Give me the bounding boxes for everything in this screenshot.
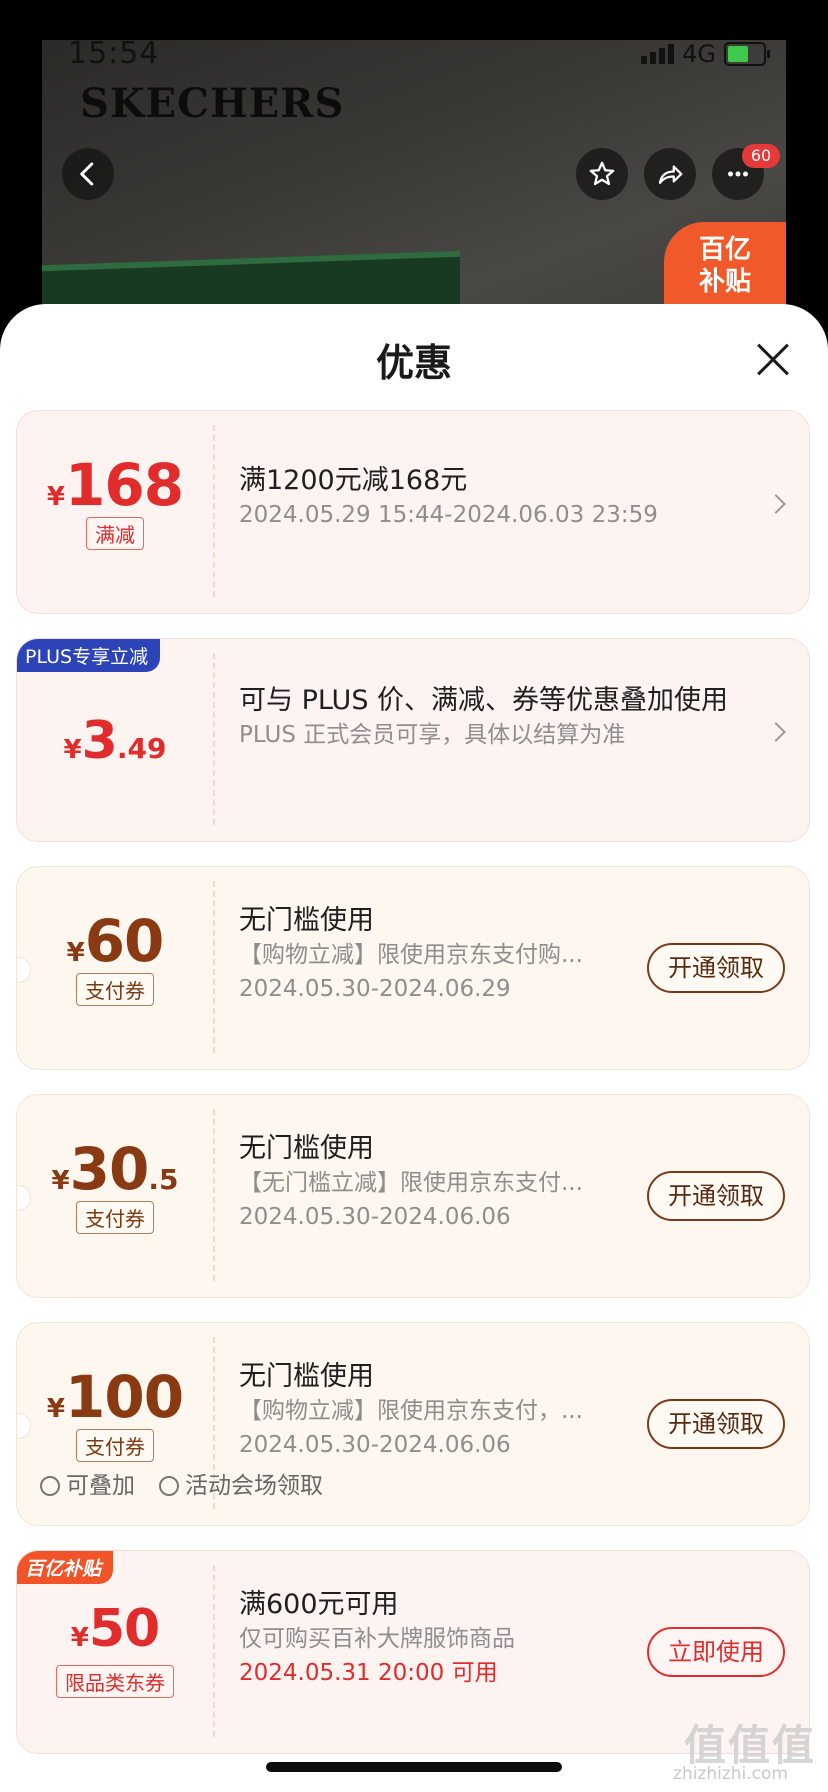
- coupon-main-text: 无门槛使用: [239, 1133, 374, 1164]
- share-icon: [658, 165, 683, 184]
- coupon-condition: 仅可购买百补大牌服饰商品: [239, 1626, 515, 1652]
- card-divider: [213, 653, 215, 825]
- card-divider: [213, 425, 215, 597]
- signal-icon: [641, 44, 675, 64]
- watermark-url: zhizhizhi.com: [673, 1764, 788, 1784]
- coupon-card-pay-30-5[interactable]: ¥30.5 支付券 无门槛使用 【无门槛立减】限使用京东支付... 2024.0…: [16, 1094, 810, 1298]
- coupon-amount: ¥30.5: [51, 1135, 179, 1203]
- battery-icon: [724, 42, 770, 66]
- coupon-condition: PLUS 正式会员可享，具体以结算为准: [239, 722, 626, 748]
- claim-button[interactable]: 开通领取: [647, 943, 785, 993]
- use-now-button[interactable]: 立即使用: [647, 1627, 785, 1677]
- sheet-title: 优惠: [375, 341, 452, 385]
- plus-ribbon: PLUS专享立减: [17, 639, 161, 672]
- claim-button[interactable]: 开通领取: [647, 1171, 785, 1221]
- card-divider: [213, 1109, 215, 1281]
- promotions-sheet: 优惠 ¥168 满减 满1200元减168元 2024.05.29 15:44-…: [0, 304, 828, 1792]
- brand-logo: SKECHERS: [80, 80, 345, 127]
- coupon-validity: 2024.05.30-2024.06.29: [239, 976, 511, 1002]
- coupon-info: 满600元可用 仅可购买百补大牌服饰商品 2024.05.31 20:00 可用: [239, 1587, 629, 1690]
- network-type: 4G: [682, 40, 716, 68]
- info-icon: [40, 1476, 60, 1496]
- coupon-info: 满1200元减168元 2024.05.29 15:44-2024.06.03 …: [239, 463, 779, 532]
- coupon-validity: 2024.05.30-2024.06.06: [239, 1204, 511, 1230]
- coupon-info: 无门槛使用 【无门槛立减】限使用京东支付... 2024.05.30-2024.…: [239, 1131, 629, 1234]
- chevron-right-icon[interactable]: [766, 722, 786, 742]
- notification-badge: 60: [742, 144, 780, 168]
- coupon-validity: 2024.05.30-2024.06.06: [239, 1432, 511, 1458]
- coupon-amount: ¥60: [66, 907, 165, 975]
- back-button[interactable]: [62, 148, 114, 200]
- home-indicator[interactable]: [266, 1762, 562, 1772]
- coupon-desc: 【购物立减】限使用京东支付，...: [239, 1398, 583, 1424]
- coupon-amount: ¥168: [46, 451, 184, 519]
- close-icon[interactable]: [756, 342, 790, 376]
- card-divider: [213, 881, 215, 1053]
- coupon-amount: ¥3.49: [63, 711, 167, 771]
- coupon-main-text: 满600元可用: [239, 1589, 399, 1620]
- footer-notes: 可叠加 活动会场领取: [40, 1466, 323, 1500]
- coupon-tag: 支付券: [76, 973, 154, 1006]
- coupon-info: 可与 PLUS 价、满减、券等优惠叠加使用 PLUS 正式会员可享，具体以结算为…: [239, 683, 729, 752]
- coupon-main-text: 无门槛使用: [239, 905, 374, 936]
- coupon-validity: 2024.05.29 15:44-2024.06.03 23:59: [239, 502, 658, 528]
- coupon-tag: 限品类东券: [56, 1665, 174, 1698]
- coupon-info: 无门槛使用 【购物立减】限使用京东支付购... 2024.05.30-2024.…: [239, 903, 629, 1006]
- claim-button[interactable]: 开通领取: [647, 1399, 785, 1449]
- coupon-main-text: 无门槛使用: [239, 1361, 374, 1392]
- coupon-info: 无门槛使用 【购物立减】限使用京东支付，... 2024.05.30-2024.…: [239, 1359, 629, 1462]
- stackable-note: 可叠加: [40, 1466, 135, 1500]
- coupon-main-text: 满1200元减168元: [239, 465, 468, 496]
- coupon-card-plus[interactable]: PLUS专享立减 ¥3.49 可与 PLUS 价、满减、券等优惠叠加使用 PLU…: [16, 638, 810, 842]
- card-divider: [213, 1565, 215, 1737]
- coupon-card-pay-60[interactable]: ¥60 支付券 无门槛使用 【购物立减】限使用京东支付购... 2024.05.…: [16, 866, 810, 1070]
- coupon-main-text: 可与 PLUS 价、满减、券等优惠叠加使用: [239, 685, 729, 716]
- subsidy-badge-line2: 补贴: [698, 267, 751, 297]
- star-icon: [589, 161, 615, 186]
- coupon-desc: 【无门槛立减】限使用京东支付...: [239, 1170, 583, 1196]
- status-icons: 4G: [641, 40, 770, 68]
- coupon-tag: 支付券: [76, 1201, 154, 1234]
- info-icon: [159, 1476, 179, 1496]
- share-button[interactable]: [644, 148, 696, 200]
- subsidy-badge-line1: 百亿: [698, 235, 751, 265]
- coupon-tag: 支付券: [76, 1429, 154, 1462]
- coupon-amount: ¥100: [46, 1363, 184, 1431]
- chevron-left-icon: [80, 162, 94, 186]
- coupon-desc: 【购物立减】限使用京东支付购...: [239, 942, 583, 968]
- coupon-amount: ¥50: [70, 1599, 160, 1659]
- coupon-tag: 满减: [86, 517, 144, 550]
- favorite-button[interactable]: [576, 148, 628, 200]
- status-time: 15:54: [68, 36, 160, 71]
- activity-note: 活动会场领取: [159, 1466, 323, 1500]
- coupon-available-time: 2024.05.31 20:00 可用: [239, 1660, 498, 1686]
- subsidy-ribbon: 百亿补贴: [17, 1551, 114, 1584]
- coupon-card-promo[interactable]: ¥168 满减 满1200元减168元 2024.05.29 15:44-202…: [16, 410, 810, 614]
